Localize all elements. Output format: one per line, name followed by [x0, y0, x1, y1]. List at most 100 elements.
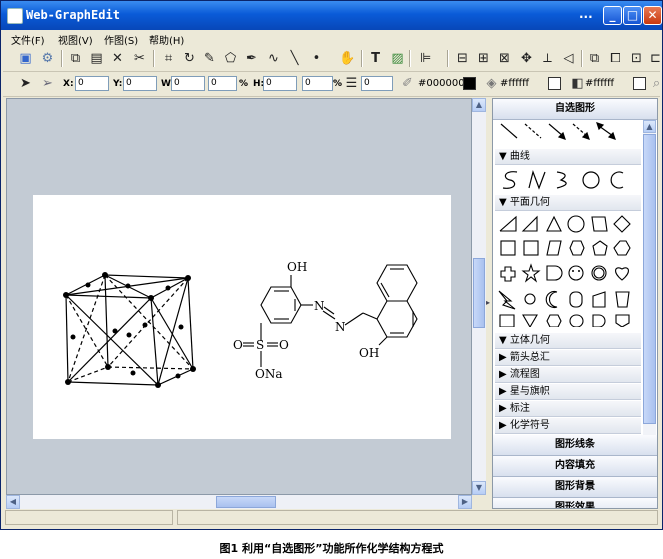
crop-icon[interactable]: ⌗: [160, 50, 177, 67]
splitter-arrow-icon[interactable]: ▸: [486, 298, 490, 307]
pencil-icon[interactable]: ✎: [201, 50, 218, 67]
section-background[interactable]: 图形背景: [493, 477, 657, 498]
flip-vertical-icon[interactable]: ◁: [560, 50, 577, 67]
status-pane-left: [5, 510, 173, 525]
scroll-up-icon[interactable]: ▲: [472, 98, 486, 112]
close-button[interactable]: ✕: [643, 6, 662, 25]
h-percent-sign: %: [333, 79, 343, 89]
section-line-style[interactable]: 图形线条: [493, 435, 657, 456]
hand-icon[interactable]: ✋: [339, 50, 356, 67]
group-arrows[interactable]: ▶ 箭头总汇: [495, 350, 641, 366]
panel-title[interactable]: 自选图形: [493, 99, 657, 120]
minimize-button[interactable]: _: [603, 6, 622, 25]
move-icon[interactable]: ✥: [518, 50, 535, 67]
section-effect[interactable]: 图形效果: [493, 498, 657, 508]
group-plane-geometry[interactable]: ▼ 平面几何: [495, 195, 641, 211]
fill-color-swatch[interactable]: [548, 77, 561, 90]
w-input[interactable]: 0: [171, 76, 205, 91]
menu-view[interactable]: 视图(V): [58, 32, 93, 47]
curve-shape-icons[interactable]: [495, 166, 641, 194]
drawing-page[interactable]: OH N N S O O ONa OH: [33, 195, 451, 439]
canvas-vertical-scrollbar[interactable]: ▲ ▼: [472, 98, 486, 495]
delete-icon[interactable]: ✕: [109, 50, 126, 67]
stroke-color-icon: ✐: [402, 76, 413, 91]
crystal-lattice-cube: [65, 274, 194, 386]
group-callouts[interactable]: ▶ 标注: [495, 401, 641, 417]
group-stars-banners[interactable]: ▶ 星与旗帜: [495, 384, 641, 400]
pen-icon[interactable]: ✒: [243, 50, 260, 67]
panel-scroll-up-icon[interactable]: ▲: [643, 120, 656, 133]
background-color-swatch[interactable]: [633, 77, 646, 90]
lattice-atoms: [63, 272, 196, 388]
send-back-icon[interactable]: ⧠: [607, 50, 624, 67]
scroll-left-icon[interactable]: ◀: [6, 495, 20, 509]
group-chemical-symbols[interactable]: ▶ 化学符号: [495, 418, 641, 434]
stroke-color-swatch[interactable]: [463, 77, 476, 90]
w-percent-input[interactable]: 0: [208, 76, 237, 91]
background-color-icon: ◧: [571, 76, 584, 91]
menu-help[interactable]: 帮助(H): [149, 32, 184, 47]
chem-label-ona: ONa: [255, 367, 283, 381]
paste-icon[interactable]: ▤: [88, 50, 105, 67]
group-solid-geometry[interactable]: ▼ 立体几何: [495, 333, 641, 349]
send-backward-icon[interactable]: ⊏: [647, 50, 663, 67]
chem-label-s: S: [256, 338, 264, 352]
group-flowchart[interactable]: ▶ 流程图: [495, 367, 641, 383]
vertical-scroll-thumb[interactable]: [473, 258, 485, 328]
shape-panel: 自选图形 ▼ 曲线 ▼ 平面几何 ▼ 立体几何 ▶ 箭头总汇 ▶ 流程图 ▶ 星…: [492, 98, 658, 509]
more-icon[interactable]: ⌕: [648, 75, 663, 92]
image-icon[interactable]: ▨: [389, 50, 406, 67]
line-icon[interactable]: ╲: [286, 50, 303, 67]
panel-scrollbar[interactable]: ▲: [643, 120, 656, 435]
maximize-button[interactable]: □: [623, 6, 642, 25]
figure-caption: 图1 利用“自选图形”功能所作化学结构方程式: [219, 542, 444, 555]
line-width-icon: ☰: [345, 76, 358, 91]
background-color-value: #ffffff: [585, 78, 615, 89]
status-pane-right: [177, 510, 658, 525]
plane-shape-icons[interactable]: [495, 213, 641, 329]
y-label: Y:: [113, 79, 123, 89]
bring-forward-icon[interactable]: ⊡: [628, 50, 645, 67]
window-title: Web-GraphEdit: [26, 8, 120, 22]
section-fill[interactable]: 内容填充: [493, 456, 657, 477]
fit-height-icon[interactable]: ⊞: [475, 50, 492, 67]
chem-label-o-right: O: [279, 338, 289, 352]
x-input[interactable]: 0: [75, 76, 109, 91]
cut-icon[interactable]: ✂: [131, 50, 148, 67]
menu-draw[interactable]: 作图(S): [104, 32, 138, 47]
align-icon[interactable]: ⊫: [417, 50, 434, 67]
copy-icon[interactable]: ⧉: [67, 50, 84, 67]
point-icon[interactable]: •: [308, 50, 325, 67]
line-shape-icons[interactable]: [495, 120, 641, 144]
chem-label-n1: N: [314, 299, 325, 313]
bring-front-icon[interactable]: ⧉: [586, 50, 603, 67]
chem-label-oh-top: OH: [287, 260, 307, 274]
save-icon[interactable]: ▣: [17, 50, 34, 67]
panel-scroll-thumb[interactable]: [643, 134, 656, 424]
eraser-icon[interactable]: ⬠: [222, 50, 239, 67]
menu-bar: 文件(F) 视图(V) 作图(S) 帮助(H): [1, 30, 662, 48]
y-input[interactable]: 0: [123, 76, 157, 91]
chem-label-n2: N: [335, 320, 346, 334]
group-icon[interactable]: ⊠: [496, 50, 513, 67]
scroll-down-icon[interactable]: ▼: [472, 481, 486, 495]
flip-horizontal-icon[interactable]: ⟂: [539, 50, 556, 67]
fit-width-icon[interactable]: ⊟: [454, 50, 471, 67]
h-input[interactable]: 0: [263, 76, 297, 91]
curve-icon[interactable]: ∿: [265, 50, 282, 67]
stroke-color-value: #000000: [418, 78, 465, 89]
drawing-canvas-area[interactable]: OH N N S O O ONa OH: [6, 98, 472, 495]
text-icon[interactable]: T: [367, 50, 384, 67]
menu-file[interactable]: 文件(F): [11, 32, 45, 47]
canvas-horizontal-scrollbar[interactable]: ◀ ▶: [6, 495, 472, 509]
horizontal-scroll-thumb[interactable]: [216, 496, 276, 508]
scroll-right-icon[interactable]: ▶: [458, 495, 472, 509]
chem-labels: OH N N S O O ONa OH: [233, 260, 379, 381]
rotate-icon[interactable]: ↻: [181, 50, 198, 67]
h-percent-input[interactable]: 0: [302, 76, 333, 91]
node-select-icon[interactable]: ➢: [39, 75, 56, 92]
group-curve[interactable]: ▼ 曲线: [495, 149, 641, 165]
line-width-input[interactable]: 0: [361, 76, 393, 91]
select-arrow-icon[interactable]: ➤: [17, 75, 34, 92]
settings-icon[interactable]: ⚙: [39, 50, 56, 67]
